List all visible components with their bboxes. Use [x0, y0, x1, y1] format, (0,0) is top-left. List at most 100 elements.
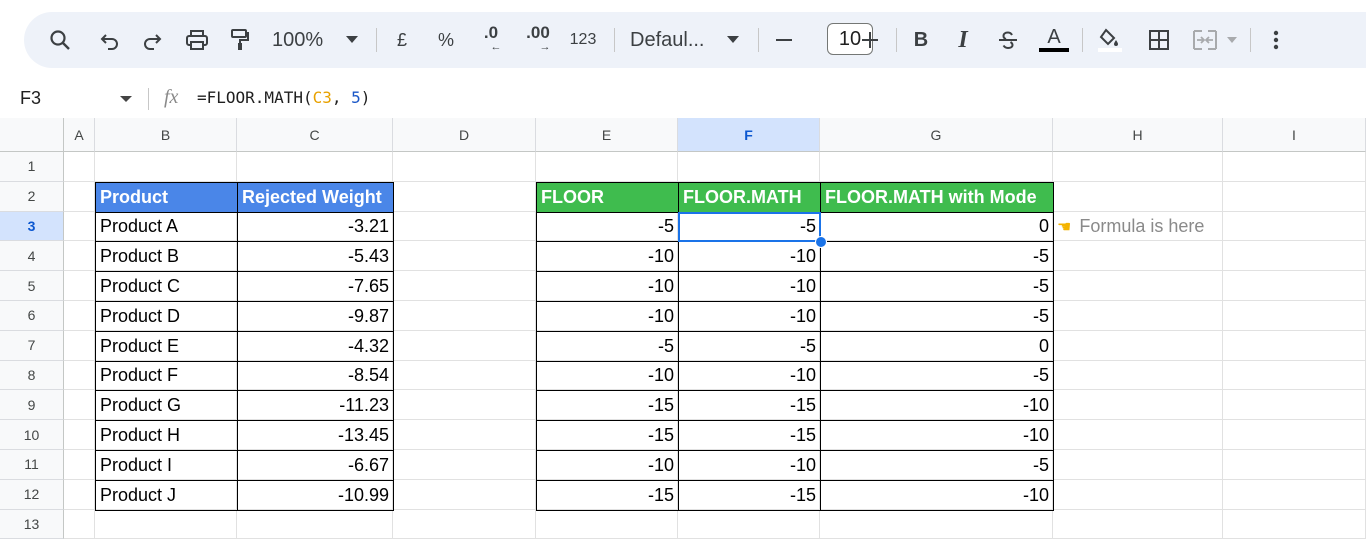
row-header-1[interactable]: 1 [0, 152, 64, 182]
product-name-cell[interactable]: Product A [95, 211, 238, 243]
floor-math-result-cell[interactable]: -10 [678, 271, 821, 302]
rejected-weight-cell[interactable]: -5.43 [237, 241, 394, 273]
row-header-4[interactable]: 4 [0, 241, 64, 272]
decrease-decimal-button[interactable]: .0 ← [474, 22, 508, 58]
floor-math-result-cell[interactable]: -10 [678, 360, 821, 392]
product-name-cell[interactable]: Product B [95, 241, 238, 273]
product-name-cell[interactable]: Product D [95, 301, 238, 332]
row-header-9[interactable]: 9 [0, 390, 64, 421]
strikethrough-icon[interactable] [996, 22, 1020, 58]
product-name-cell[interactable]: Product J [95, 479, 238, 511]
floor-result-cell[interactable]: -10 [536, 271, 679, 302]
percent-button[interactable]: % [434, 22, 458, 58]
text-color-button[interactable]: A [1038, 22, 1070, 58]
floor-math-mode-result-cell[interactable]: -5 [820, 271, 1054, 302]
fill-color-icon[interactable] [1094, 22, 1126, 58]
column-header-d[interactable]: D [393, 118, 536, 152]
row-header-7[interactable]: 7 [0, 330, 64, 361]
floor-result-cell[interactable]: -5 [536, 330, 679, 362]
rejected-weight-cell[interactable]: -9.87 [237, 301, 394, 332]
floor-math-mode-result-cell[interactable]: 0 [820, 211, 1054, 243]
floor-math-result-cell[interactable]: -15 [678, 420, 821, 451]
column-header-e[interactable]: E [536, 118, 678, 152]
rejected-weight-cell[interactable]: -4.32 [237, 330, 394, 362]
paint-format-icon[interactable] [226, 22, 254, 58]
floor-result-cell[interactable]: -10 [536, 241, 679, 273]
table-header-cell[interactable]: FLOOR.MATH [678, 181, 821, 213]
print-icon[interactable] [182, 22, 212, 58]
floor-math-mode-result-cell[interactable]: -5 [820, 450, 1054, 481]
column-header-h[interactable]: H [1053, 118, 1223, 152]
floor-result-cell[interactable]: -10 [536, 360, 679, 392]
floor-result-cell[interactable]: -10 [536, 301, 679, 332]
floor-result-cell[interactable]: -15 [536, 390, 679, 422]
row-header-8[interactable]: 8 [0, 360, 64, 391]
floor-math-result-cell[interactable]: -5 [678, 330, 821, 362]
column-header-b[interactable]: B [95, 118, 237, 152]
floor-math-mode-result-cell[interactable]: -5 [820, 241, 1054, 273]
search-icon[interactable] [46, 22, 74, 58]
font-chevron-down-icon[interactable] [724, 22, 742, 58]
borders-icon[interactable] [1146, 22, 1172, 58]
floor-math-result-cell[interactable]: -10 [678, 450, 821, 481]
product-name-cell[interactable]: Product F [95, 360, 238, 392]
product-name-cell[interactable]: Product G [95, 390, 238, 422]
name-box-chevron-down-icon[interactable] [120, 96, 132, 102]
floor-math-result-cell[interactable]: -10 [678, 241, 821, 273]
merge-cells-icon[interactable] [1190, 22, 1220, 58]
redo-icon[interactable] [138, 22, 166, 58]
floor-math-mode-result-cell[interactable]: -10 [820, 390, 1054, 422]
floor-math-mode-result-cell[interactable]: 0 [820, 330, 1054, 362]
floor-math-mode-result-cell[interactable]: -10 [820, 420, 1054, 451]
floor-math-mode-result-cell[interactable]: -5 [820, 301, 1054, 332]
floor-math-mode-result-cell[interactable]: -10 [820, 479, 1054, 511]
row-header-13[interactable]: 13 [0, 509, 64, 540]
floor-math-result-cell[interactable]: -15 [678, 390, 821, 422]
floor-math-result-cell[interactable]: -5 [678, 211, 821, 243]
row-header-2[interactable]: 2 [0, 181, 64, 212]
row-header-6[interactable]: 6 [0, 301, 64, 331]
row-header-11[interactable]: 11 [0, 450, 64, 480]
currency-button[interactable]: £ [390, 22, 414, 58]
row-header-5[interactable]: 5 [0, 271, 64, 301]
rejected-weight-cell[interactable]: -6.67 [237, 450, 394, 481]
product-name-cell[interactable]: Product C [95, 271, 238, 302]
rejected-weight-cell[interactable]: -8.54 [237, 360, 394, 392]
rejected-weight-cell[interactable]: -3.21 [237, 211, 394, 243]
rejected-weight-cell[interactable]: -10.99 [237, 479, 394, 511]
table-header-cell[interactable]: FLOOR.MATH with Mode [820, 181, 1054, 213]
row-header-3[interactable]: 3 [0, 211, 64, 242]
italic-button[interactable]: I [952, 22, 974, 58]
column-header-a[interactable]: A [64, 118, 95, 152]
table-header-cell[interactable]: FLOOR [536, 181, 679, 213]
floor-math-result-cell[interactable]: -15 [678, 479, 821, 511]
rejected-weight-cell[interactable]: -7.65 [237, 271, 394, 302]
rejected-weight-cell[interactable]: -13.45 [237, 420, 394, 451]
floor-math-mode-result-cell[interactable]: -5 [820, 360, 1054, 392]
table-header-cell[interactable]: Product [95, 181, 238, 213]
table-header-cell[interactable]: Rejected Weight [237, 181, 394, 213]
increase-decimal-button[interactable]: .00 → [518, 22, 558, 58]
column-header-f[interactable]: F [678, 118, 820, 152]
merge-chevron-down-icon[interactable] [1224, 22, 1240, 58]
product-name-cell[interactable]: Product I [95, 450, 238, 481]
zoom-chevron-down-icon[interactable] [342, 22, 362, 58]
product-name-cell[interactable]: Product H [95, 420, 238, 451]
row-header-10[interactable]: 10 [0, 420, 64, 450]
bold-button[interactable]: B [910, 22, 932, 58]
increase-font-size-icon[interactable] [858, 22, 882, 58]
floor-result-cell[interactable]: -10 [536, 450, 679, 481]
column-header-c[interactable]: C [237, 118, 393, 152]
decrease-font-size-icon[interactable] [772, 22, 796, 58]
name-box[interactable]: F3 [20, 88, 41, 109]
column-header-g[interactable]: G [820, 118, 1053, 152]
undo-icon[interactable] [96, 22, 124, 58]
format-number-button[interactable]: 123 [568, 22, 598, 58]
formula-input[interactable]: =FLOOR.MATH(C3, 5) [197, 88, 370, 107]
floor-result-cell[interactable]: -15 [536, 479, 679, 511]
column-header-i[interactable]: I [1223, 118, 1366, 152]
floor-math-result-cell[interactable]: -10 [678, 301, 821, 332]
floor-result-cell[interactable]: -15 [536, 420, 679, 451]
row-header-12[interactable]: 12 [0, 479, 64, 510]
font-select[interactable]: Defaul... [630, 22, 710, 58]
